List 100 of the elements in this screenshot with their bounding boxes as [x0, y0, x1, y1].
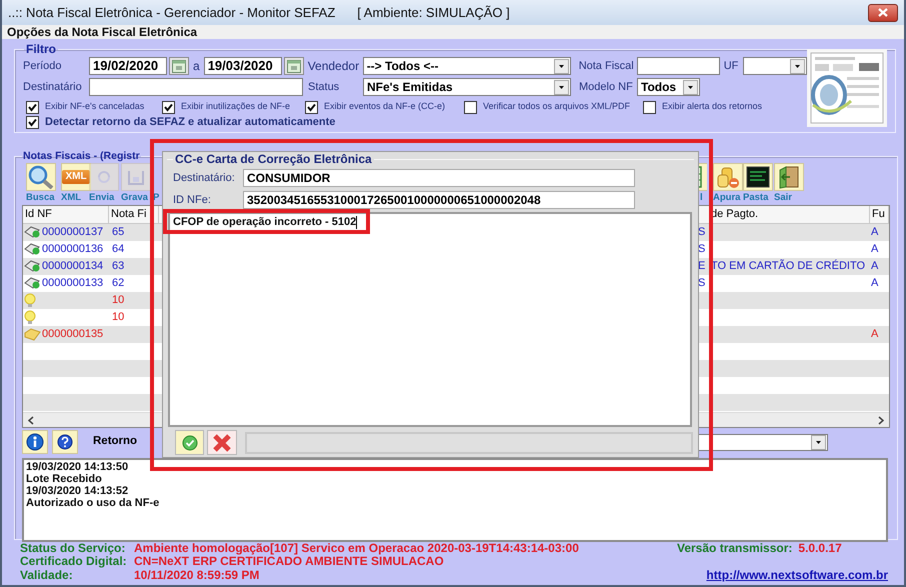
scroll-left-icon[interactable] [28, 416, 34, 424]
dropdown[interactable]: Todos [637, 78, 700, 96]
close-button[interactable] [868, 4, 898, 22]
checkbox-label: Verificar todos os arquivos XML/PDF [483, 100, 630, 114]
log-line: 19/03/2020 14:13:52 [26, 485, 130, 497]
info-button[interactable] [22, 430, 48, 454]
column-header[interactable]: Id NF [23, 206, 109, 223]
help-button[interactable] [52, 430, 78, 454]
table-cell-text: 0000000135 [42, 327, 104, 342]
field-label: UF [724, 58, 740, 74]
dropdown[interactable] [742, 57, 807, 75]
field-label: Modelo NF [579, 80, 634, 95]
column-header[interactable]: Fu [870, 206, 889, 223]
toolbar-label: Sair [774, 192, 792, 204]
toolbar-label: Busca [26, 192, 55, 204]
table-cell-text: 64 [112, 242, 124, 257]
section-header: Opções da Nota Fiscal Eletrônica [2, 25, 904, 39]
checkbox[interactable] [305, 100, 318, 114]
table-cell-text: A [871, 276, 878, 291]
calendar-icon [172, 60, 186, 72]
table-cell-text: 63 [112, 259, 124, 274]
correction-text: CFOP de operação incorreto - 5102 [173, 216, 356, 229]
check-icon [182, 434, 198, 450]
toolbar-label: Envia [89, 192, 114, 204]
table-cell-text: A [871, 327, 878, 342]
cancel-button[interactable] [207, 430, 237, 455]
table-cell-text: 65 [112, 225, 124, 240]
checkbox[interactable] [643, 100, 656, 114]
toolbar-label: Grava [121, 192, 148, 204]
window-title: ..:: Nota Fiscal Eletrônica - Gerenciador - Monitor SEFAZ [8, 4, 336, 22]
table-cell-text: S [698, 276, 706, 291]
table-cell-text: 10 [112, 310, 124, 325]
status-label: Versão transmissor: [677, 542, 792, 555]
table-cell-text: 62 [112, 276, 124, 291]
info-icon [26, 433, 44, 451]
table-cell-text: E [698, 259, 706, 274]
text-cursor [356, 216, 358, 229]
toolbar-button[interactable] [743, 163, 773, 191]
table-cell-text: A [871, 259, 878, 274]
dropdown[interactable]: NFe's Emitidas [363, 78, 571, 96]
input-field[interactable] [89, 78, 303, 96]
text-area[interactable]: CFOP de operação incorreto - 5102 [168, 212, 692, 427]
status-label: Certificado Digital: [20, 555, 128, 568]
help-icon [57, 434, 73, 450]
magnifier-icon [28, 165, 54, 189]
bulb-icon [24, 293, 36, 308]
checkbox[interactable] [162, 100, 175, 114]
close-icon [878, 8, 888, 17]
toolbar-label: XML [61, 192, 82, 204]
checkbox-label: Exibir eventos da NF-e (CC-e) [324, 100, 446, 114]
card-icon [24, 243, 41, 256]
website-link[interactable]: http://www.nextsoftware.com.br [706, 568, 888, 582]
column-header[interactable]: Nota Fi [109, 206, 159, 223]
checkbox-label: Exibir NF-e's canceladas [45, 100, 144, 114]
checkbox[interactable] [464, 100, 477, 114]
folder-icon [24, 328, 41, 341]
table-cell-text: S [698, 242, 706, 257]
bulb-icon [24, 310, 36, 325]
calendar-button[interactable] [169, 57, 189, 75]
dialog-title: CC-e Carta de Correção Eletrônica [174, 152, 373, 166]
status-value: 5.0.0.17 [798, 542, 842, 555]
confirm-button[interactable] [175, 430, 204, 455]
text-field[interactable]: 35200345165531000172650010000000651000002048 [243, 191, 635, 209]
checkbox[interactable] [26, 116, 39, 128]
exit-door-icon [778, 165, 800, 189]
field-label: Destinatário [23, 80, 83, 95]
xml-icon: XML [62, 170, 90, 184]
toolbar-label: l [700, 192, 703, 204]
status-label: Status do Serviço: [20, 542, 126, 555]
date-field[interactable]: 19/03/2020 [204, 57, 282, 75]
checkbox-label: Detectar retorno da SEFAZ e atualizar automaticamente [45, 114, 336, 130]
toolbar-label: Pasta [743, 192, 768, 204]
dropdown[interactable] [697, 434, 828, 450]
status-value: CN=NeXT ERP CERTIFICADO AMBIENTE SIMULACAO [134, 555, 444, 568]
arrows-icon [95, 168, 113, 186]
environment-label: [ Ambiente: SIMULAÇÃO ] [357, 4, 510, 22]
input-field[interactable] [636, 57, 720, 75]
calendar-button[interactable] [284, 57, 304, 75]
dropdown[interactable]: --> Todos <-- [362, 57, 571, 75]
status-label: Validade: [20, 568, 74, 582]
table-cell-text: S [698, 225, 706, 240]
status-value: 10/11/2020 8:59:59 PM [134, 568, 260, 582]
field-label: Período [23, 58, 63, 74]
status-value: Ambiente homologação[107] Servico em Operacao 2020-03-19T14:43:14-03:00 [134, 542, 580, 555]
tray-icon [127, 168, 145, 186]
table-cell-text: 0000000134 [42, 259, 104, 274]
section-label: Retorno [93, 434, 138, 450]
table-cell-text: 0000000136 [42, 242, 104, 257]
monitor-icon [746, 166, 770, 188]
date-field[interactable]: 19/02/2020 [89, 57, 167, 75]
checkbox[interactable] [26, 100, 39, 114]
log-line: Autorizado o uso da NF-e [26, 497, 160, 509]
table-cell-text: 0000000137 [42, 225, 104, 240]
log-line: Lote Recebido [26, 473, 103, 485]
text-field[interactable]: CONSUMIDOR [243, 169, 635, 187]
scroll-right-icon[interactable] [878, 416, 884, 424]
table-cell-text: TO EM CARTÃO DE CRÉDITO [711, 258, 866, 274]
table-cell-text: A [871, 242, 878, 257]
checkbox-label: Exibir inutilizações de NF-e [181, 100, 290, 114]
group-title: Filtro [25, 43, 57, 55]
